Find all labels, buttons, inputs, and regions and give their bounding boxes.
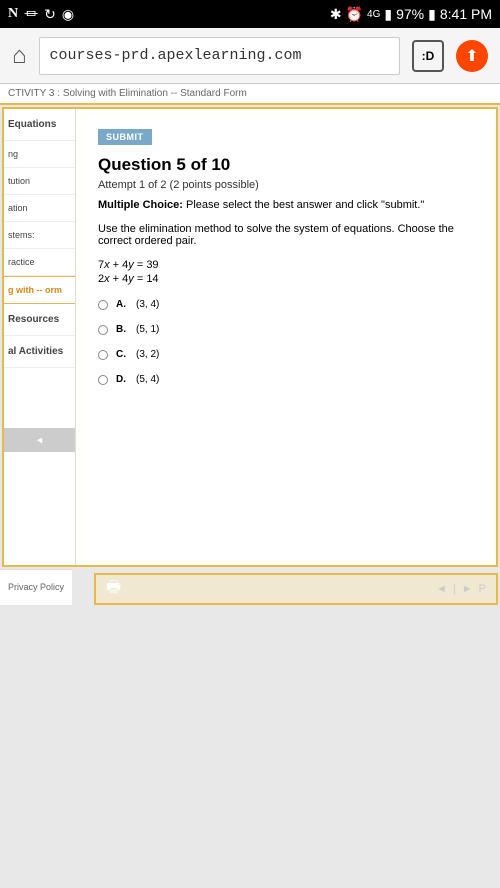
option-letter: B.	[116, 324, 128, 335]
mc-bold: Multiple Choice:	[98, 199, 183, 211]
alarm-icon: ⏰	[346, 6, 363, 23]
radio-c[interactable]	[98, 350, 108, 360]
arrow-up-icon: ⬆	[465, 46, 478, 66]
url-input[interactable]: courses-prd.apexlearning.com	[39, 37, 401, 75]
radio-d[interactable]	[98, 375, 108, 385]
radio-a[interactable]	[98, 300, 108, 310]
nav-arrows: ◄ | ► P	[436, 583, 486, 595]
radio-b[interactable]	[98, 325, 108, 335]
footer-bar: 🖶 ◄ | ► P	[94, 573, 498, 605]
sidebar-resources[interactable]: Resources	[4, 304, 75, 336]
options: A. (3, 4) B. (5, 1) C. (3, 2) D. (5, 4)	[98, 299, 474, 385]
next-arrow-icon[interactable]: ►	[462, 583, 473, 595]
sidebar-item[interactable]: ation	[4, 195, 75, 222]
option-value: (5, 4)	[136, 374, 159, 385]
option-c[interactable]: C. (3, 2)	[98, 349, 474, 360]
messenger-icon: ◉	[62, 6, 74, 23]
bluetooth-icon: ✱	[330, 6, 342, 23]
battery-icon: ▮	[428, 6, 436, 23]
sidebar-collapse[interactable]: ◄	[4, 428, 75, 452]
call-icon: ↻	[44, 6, 56, 23]
sidebar: Equations ng tution ation stems: ractice…	[4, 109, 76, 565]
equations: 7x + 4y = 39 2x + 4y = 14	[98, 259, 474, 285]
question-title: Question 5 of 10	[98, 155, 474, 175]
prev-arrow-icon[interactable]: ◄	[436, 583, 447, 595]
print-icon[interactable]: 🖶	[106, 576, 121, 603]
spacer	[4, 368, 75, 428]
footer-wrap: 🖶 ◄ | ► P	[72, 569, 500, 605]
main-panel: SUBMIT Question 5 of 10 Attempt 1 of 2 (…	[82, 115, 490, 559]
option-d[interactable]: D. (5, 4)	[98, 374, 474, 385]
activity-header: CTIVITY 3 : Solving with Elimination -- …	[0, 84, 500, 105]
status-right: ✱ ⏰ 4G ▮ 97% ▮ 8:41 PM	[330, 6, 492, 23]
sidebar-activities[interactable]: al Activities	[4, 336, 75, 368]
sidebar-item[interactable]: ractice	[4, 249, 75, 276]
equation-2: 2x + 4y = 14	[98, 273, 474, 285]
mc-instructions: Multiple Choice: Please select the best …	[98, 199, 474, 211]
divider: |	[453, 583, 456, 595]
network-icon: 4G	[367, 9, 380, 20]
privacy-link[interactable]: Privacy Policy	[0, 569, 72, 605]
option-letter: C.	[116, 349, 128, 360]
url-text: courses-prd.apexlearning.com	[50, 47, 302, 64]
mc-text: Please select the best answer and click …	[183, 199, 424, 211]
option-value: (5, 1)	[136, 324, 159, 335]
sidebar-item[interactable]: stems:	[4, 222, 75, 249]
cast-icon: ⏛	[24, 4, 38, 24]
nav-label: P	[479, 583, 486, 595]
problem-text: Use the elimination method to solve the …	[98, 223, 474, 247]
sidebar-item[interactable]: tution	[4, 168, 75, 195]
attempt-text: Attempt 1 of 2 (2 points possible)	[98, 179, 474, 191]
browser-bar: ⌂ courses-prd.apexlearning.com :D ⬆	[0, 28, 500, 84]
option-value: (3, 4)	[136, 299, 159, 310]
option-b[interactable]: B. (5, 1)	[98, 324, 474, 335]
sidebar-item[interactable]: ng	[4, 141, 75, 168]
content-wrap: Equations ng tution ation stems: ractice…	[2, 107, 498, 567]
home-icon[interactable]: ⌂	[12, 42, 27, 70]
status-left: N ⏛ ↻ ◉	[8, 4, 74, 24]
netflix-icon: N	[8, 6, 18, 22]
submit-button[interactable]: SUBMIT	[98, 129, 152, 145]
sidebar-head: Equations	[4, 109, 75, 141]
sidebar-item-active[interactable]: g with -- orm	[4, 276, 75, 304]
chevron-left-icon: ◄	[35, 435, 44, 445]
battery-text: 97%	[396, 6, 424, 22]
option-a[interactable]: A. (3, 4)	[98, 299, 474, 310]
clock-text: 8:41 PM	[440, 6, 492, 22]
signal-icon: ▮	[384, 6, 392, 23]
option-value: (3, 2)	[136, 349, 159, 360]
option-letter: A.	[116, 299, 128, 310]
option-letter: D.	[116, 374, 128, 385]
status-bar: N ⏛ ↻ ◉ ✱ ⏰ 4G ▮ 97% ▮ 8:41 PM	[0, 0, 500, 28]
equation-1: 7x + 4y = 39	[98, 259, 474, 271]
upload-button[interactable]: ⬆	[456, 40, 488, 72]
bottom-row: Privacy Policy 🖶 ◄ | ► P	[0, 569, 500, 605]
emoji-button[interactable]: :D	[412, 40, 444, 72]
